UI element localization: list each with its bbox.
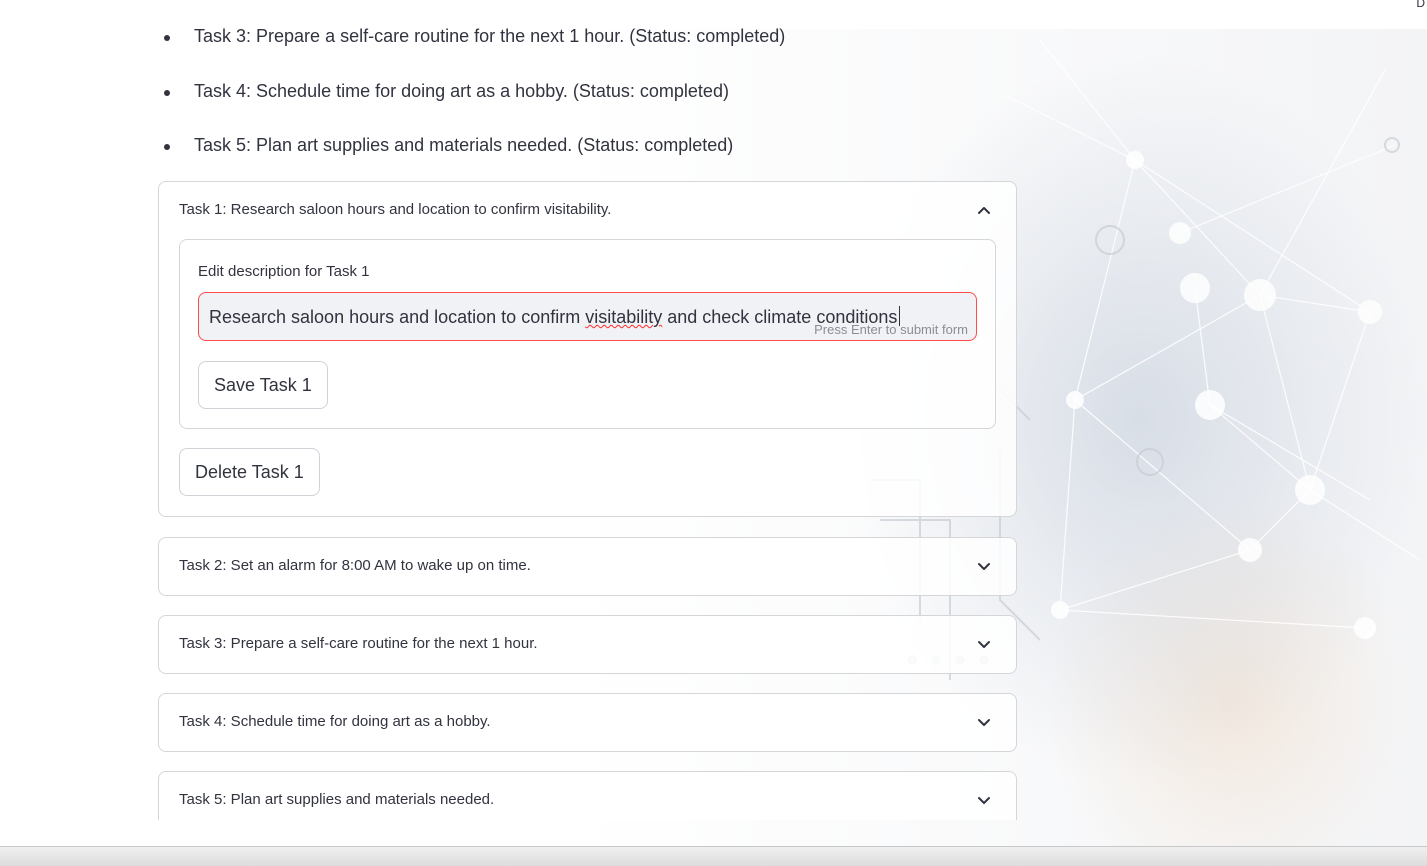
chevron-up-icon [978,207,990,214]
save-task-1-button[interactable]: Save Task 1 [198,361,328,409]
status-list-item: Task 4: Schedule time for doing art as a… [164,81,729,101]
expander-title: Task 2: Set an alarm for 8:00 AM to wake… [179,557,531,574]
chevron-down-icon [978,719,990,726]
edit-description-label: Edit description for Task 1 [198,263,370,280]
chevron-down-icon [978,563,990,570]
expander-header-task-1[interactable]: Task 1: Research saloon hours and locati… [159,182,1016,239]
expander-title: Task 3: Prepare a self-care routine for … [179,635,538,652]
expander-title: Task 1: Research saloon hours and locati… [179,201,612,218]
main-content: Task 3: Prepare a self-care routine for … [158,0,1018,820]
expander-title: Task 4: Schedule time for doing art as a… [179,713,491,730]
chevron-down-icon [978,641,990,648]
expander-task-3[interactable]: Task 3: Prepare a self-care routine for … [158,615,1017,674]
misspelled-word: visitability [585,307,663,327]
status-list-item: Task 5: Plan art supplies and materials … [163,135,734,155]
status-list-item: Task 3: Prepare a self-care routine for … [163,26,786,46]
expander-title: Task 5: Plan art supplies and materials … [179,791,495,808]
delete-task-1-button[interactable]: Delete Task 1 [179,448,320,496]
input-value: Research saloon hours and location to co… [209,306,901,328]
expander-task-1: Task 1: Research saloon hours and locati… [158,181,1017,517]
expander-task-2[interactable]: Task 2: Set an alarm for 8:00 AM to wake… [158,537,1017,596]
task-1-description-input[interactable]: Research saloon hours and location to co… [198,292,977,341]
chevron-down-icon [978,797,990,804]
top-corner-text: D [1416,0,1425,10]
expander-task-5[interactable]: Task 5: Plan art supplies and materials … [158,771,1017,820]
edit-task-1-form: Edit description for Task 1 Research sal… [179,239,996,429]
bottom-scrollbar[interactable] [0,846,1427,866]
expander-task-4[interactable]: Task 4: Schedule time for doing art as a… [158,693,1017,752]
press-enter-hint: Press Enter to submit form [814,322,968,337]
